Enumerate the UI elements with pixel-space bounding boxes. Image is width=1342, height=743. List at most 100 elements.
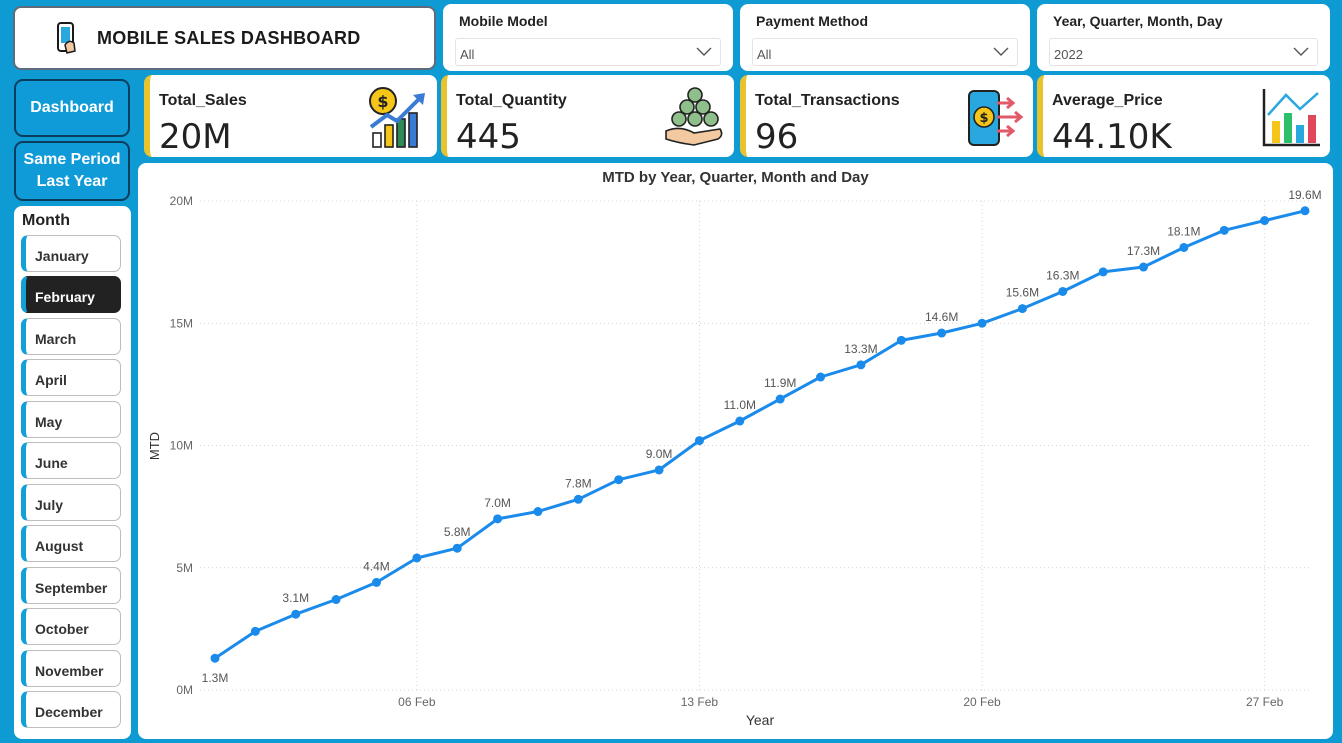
coins-hand-icon (665, 87, 723, 146)
month-button-september[interactable]: September (21, 567, 121, 604)
data-label: 18.1M (1167, 224, 1200, 238)
data-point (1058, 286, 1068, 296)
date-dropdown[interactable]: 2022 (1049, 38, 1318, 66)
data-point (1260, 216, 1270, 226)
data-point (1219, 225, 1229, 235)
data-point (1098, 267, 1108, 277)
y-tick-label: 15M (170, 316, 193, 330)
month-button-december[interactable]: December (21, 691, 121, 728)
y-tick-label: 10M (170, 439, 193, 453)
svg-text:$: $ (979, 111, 988, 126)
bar-chart-icon (1262, 89, 1320, 147)
chevron-down-icon (993, 47, 1009, 56)
kpi-average-price: Average_Price 44.10K (1037, 75, 1330, 157)
x-tick-label: 13 Feb (681, 695, 719, 709)
kpi-value: 96 (755, 117, 799, 157)
data-point (1139, 262, 1149, 272)
mtd-line-chart: MTD by Year, Quarter, Month and Day 0M 5M… (138, 163, 1333, 739)
y-axis-title: MTD (147, 432, 162, 460)
data-label: 17.3M (1127, 244, 1160, 258)
x-tick-label: 20 Feb (963, 695, 1001, 709)
month-button-february[interactable]: February (21, 276, 121, 313)
data-point (371, 577, 381, 587)
slicer-date-hierarchy: Year, Quarter, Month, Day 2022 (1037, 4, 1330, 71)
slicer-label: Mobile Model (459, 13, 548, 29)
data-label: 4.4M (363, 559, 390, 573)
data-point (937, 328, 947, 338)
y-tick-label: 5M (176, 561, 193, 575)
month-button-march[interactable]: March (21, 318, 121, 355)
chevron-down-icon (696, 47, 712, 56)
kpi-label: Total_Sales (159, 92, 247, 109)
chevron-down-icon (1293, 47, 1309, 56)
data-point (694, 436, 704, 446)
data-label: 1.3M (202, 671, 229, 685)
data-point (856, 360, 866, 370)
x-axis-title: Year (746, 712, 775, 728)
x-tick-label: 27 Feb (1246, 695, 1284, 709)
data-label: 11.9M (764, 376, 796, 390)
month-button-august[interactable]: August (21, 525, 121, 562)
chart-canvas: 0M 5M 10M 15M 20M 06 Feb 13 Feb 20 Feb 27 Feb Yea… (147, 188, 1322, 728)
data-point (331, 595, 341, 605)
slicer-mobile-model: Mobile Model All (443, 4, 733, 71)
data-point (210, 653, 220, 663)
kpi-total-transactions: Total_Transactions 96 $ (740, 75, 1033, 157)
data-point (1300, 206, 1310, 216)
slicer-label: Payment Method (756, 13, 869, 29)
data-point (291, 609, 301, 619)
data-point (735, 416, 745, 426)
data-point (775, 394, 785, 404)
month-button-january[interactable]: January (21, 235, 121, 272)
data-label: 7.8M (565, 476, 592, 490)
money-growth-icon: $ (369, 87, 425, 148)
payment-method-dropdown[interactable]: All (752, 38, 1018, 66)
data-point (654, 465, 664, 475)
data-point (1017, 304, 1027, 314)
kpi-total-sales: Total_Sales 20M $ (144, 75, 437, 157)
slicer-payment-method: Payment Method All (740, 4, 1030, 71)
data-label: 14.6M (925, 310, 958, 324)
kpi-total-quantity: Total_Quantity 445 (441, 75, 734, 157)
month-button-july[interactable]: July (21, 484, 121, 521)
svg-text:$: $ (377, 92, 388, 111)
data-label: 16.3M (1046, 268, 1079, 282)
kpi-label: Average_Price (1052, 92, 1163, 109)
data-label: 13.3M (844, 342, 877, 356)
month-slicer-label: Month (22, 212, 70, 229)
mobile-model-dropdown[interactable]: All (455, 38, 721, 66)
y-tick-label: 0M (176, 683, 193, 697)
dropdown-value: All (460, 47, 475, 62)
dashboard-button[interactable]: Dashboard (14, 79, 130, 137)
data-point (452, 543, 462, 553)
page-title: MOBILE SALES DASHBOARD (97, 27, 361, 48)
phone-icon (57, 22, 76, 54)
dropdown-value: 2022 (1054, 47, 1083, 62)
month-button-may[interactable]: May (21, 401, 121, 438)
data-label: 11.0M (724, 398, 756, 412)
month-button-november[interactable]: November (21, 650, 121, 687)
month-slicer: Month January February March April May June Ju… (14, 206, 131, 739)
data-point (573, 494, 583, 504)
slicer-label: Year, Quarter, Month, Day (1053, 13, 1223, 29)
data-point (977, 318, 987, 328)
phone-payment-icon: $ (968, 90, 1024, 146)
data-label: 15.6M (1006, 286, 1039, 300)
kpi-label: Total_Quantity (456, 92, 567, 109)
y-tick-label: 20M (170, 194, 193, 208)
data-label: 19.6M (1288, 188, 1321, 202)
kpi-value: 44.10K (1052, 117, 1172, 157)
month-button-june[interactable]: June (21, 442, 121, 479)
month-button-april[interactable]: April (21, 359, 121, 396)
data-label: 5.8M (444, 525, 471, 539)
kpi-value: 445 (456, 117, 521, 157)
data-point (533, 507, 543, 517)
month-button-october[interactable]: October (21, 608, 121, 645)
data-point (816, 372, 826, 382)
kpi-label: Total_Transactions (755, 92, 900, 109)
series-line (214, 209, 1306, 660)
data-label: 9.0M (646, 447, 673, 461)
data-point (614, 475, 624, 485)
data-label: 7.0M (484, 496, 511, 510)
same-period-last-year-button[interactable]: Same Period Last Year (14, 141, 130, 201)
